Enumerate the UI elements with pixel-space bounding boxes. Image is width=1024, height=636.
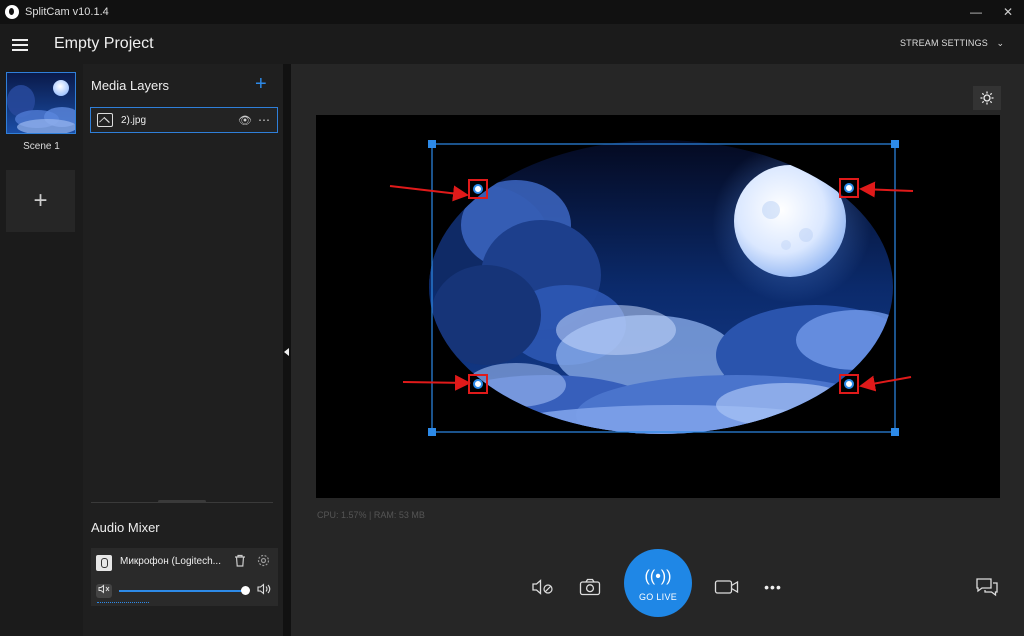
scenes-panel: Scene 1 + bbox=[0, 64, 83, 636]
project-title: Empty Project bbox=[54, 35, 154, 52]
chat-icon[interactable] bbox=[972, 574, 1002, 600]
audio-mute-icon[interactable] bbox=[529, 574, 559, 600]
more-options-icon[interactable]: ••• bbox=[758, 574, 788, 600]
scene-label: Scene 1 bbox=[23, 141, 60, 152]
layers-panel: Media Layers + 2).jpg 👁 ⋯ Audio Mixer Ми… bbox=[83, 64, 283, 636]
eye-icon[interactable]: 👁 bbox=[238, 114, 252, 127]
media-layers-title: Media Layers bbox=[91, 78, 170, 93]
add-layer-button[interactable]: + bbox=[255, 73, 267, 96]
go-live-label: GO LIVE bbox=[638, 592, 678, 602]
add-scene-button[interactable]: + bbox=[6, 170, 75, 232]
stream-settings-button[interactable]: STREAM SETTINGS bbox=[900, 38, 988, 48]
volume-slider[interactable] bbox=[119, 590, 246, 592]
performance-status: CPU: 1.57% | RAM: 53 MB bbox=[317, 510, 425, 520]
go-live-button[interactable]: ((•)) GO LIVE bbox=[624, 549, 692, 617]
audio-device-card: Микрофон (Logitech... bbox=[91, 548, 278, 606]
microphone-icon bbox=[96, 555, 112, 571]
collapse-panel-icon[interactable] bbox=[284, 348, 289, 356]
splitcam-logo-icon bbox=[5, 5, 19, 19]
audio-level-meter bbox=[97, 602, 149, 603]
image-icon bbox=[97, 113, 113, 127]
gear-icon[interactable] bbox=[257, 554, 270, 570]
camera-snapshot-icon[interactable] bbox=[575, 574, 605, 600]
audio-mixer-title: Audio Mixer bbox=[91, 520, 160, 535]
window-title: SplitCam v10.1.4 bbox=[25, 6, 109, 18]
more-options-icon[interactable]: ⋯ bbox=[258, 113, 271, 127]
annotation-arrows bbox=[389, 181, 914, 392]
mute-toggle-icon[interactable] bbox=[96, 584, 112, 598]
resize-handle[interactable] bbox=[158, 500, 206, 503]
audio-device-name: Микрофон (Logitech... bbox=[120, 556, 221, 567]
scene-thumbnail[interactable] bbox=[6, 72, 76, 134]
trash-icon[interactable] bbox=[234, 554, 246, 570]
video-record-icon[interactable] bbox=[712, 574, 742, 600]
layer-name: 2).jpg bbox=[121, 114, 147, 126]
hamburger-menu-icon[interactable] bbox=[12, 39, 28, 51]
minimize-button[interactable]: — bbox=[960, 0, 992, 24]
chevron-down-icon[interactable]: ⌄ bbox=[996, 38, 1004, 49]
close-button[interactable]: ✕ bbox=[992, 0, 1024, 24]
layer-item[interactable]: 2).jpg 👁 ⋯ bbox=[90, 107, 278, 133]
volume-slider-knob[interactable] bbox=[241, 586, 250, 595]
title-bar: SplitCam v10.1.4 — ✕ bbox=[0, 0, 1024, 24]
bottom-toolbar: ((•)) GO LIVE ••• bbox=[291, 544, 1024, 636]
preview-area: CPU: 1.57% | RAM: 53 MB ((•)) GO LIVE ••… bbox=[291, 64, 1024, 636]
broadcast-icon: ((•)) bbox=[644, 568, 672, 585]
app-header: Empty Project STREAM SETTINGS ⌄ bbox=[0, 24, 1024, 64]
speaker-icon bbox=[257, 583, 271, 598]
